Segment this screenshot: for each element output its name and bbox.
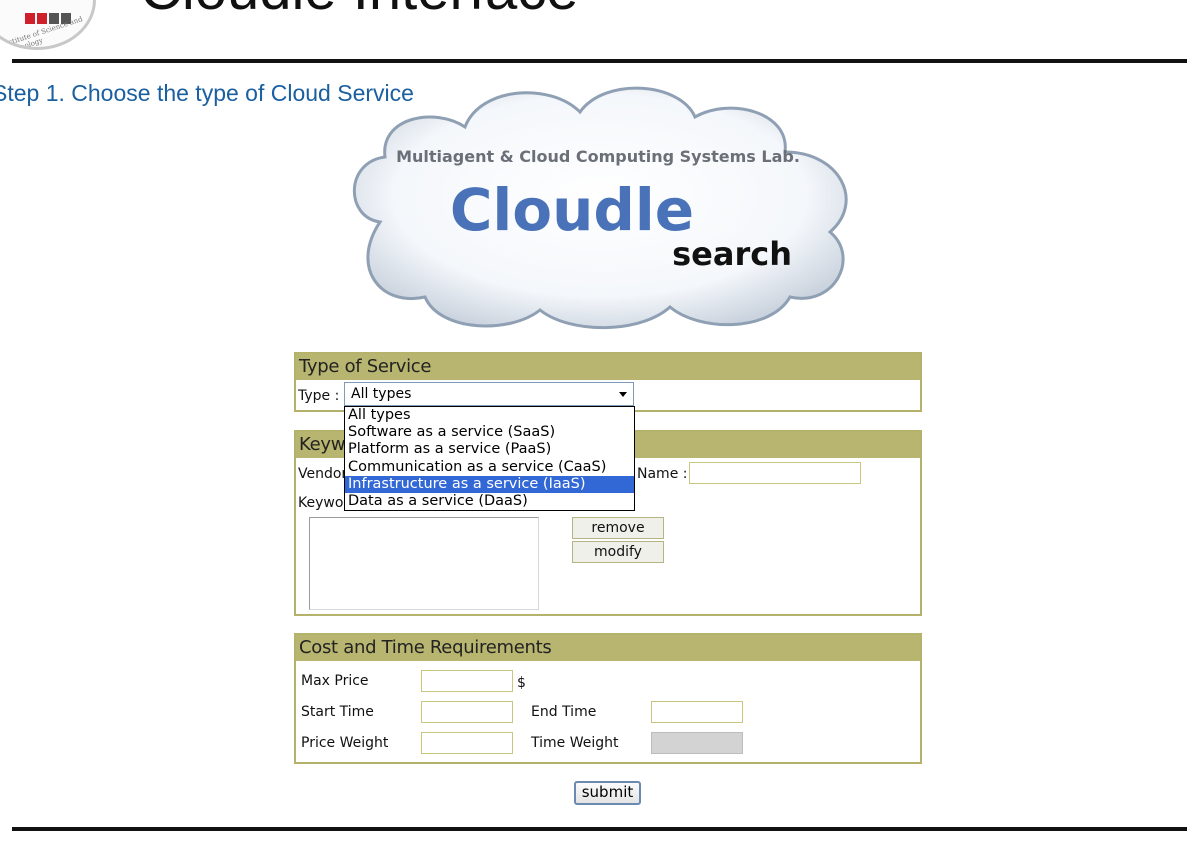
name-label: Name : — [637, 466, 688, 482]
service-type-dropdown: All types Software as a service (SaaS) P… — [344, 406, 635, 511]
currency-label: $ — [517, 675, 526, 691]
option-caas[interactable]: Communication as a service (CaaS) — [345, 459, 634, 476]
start-time-label: Start Time — [301, 704, 374, 720]
name-input[interactable] — [689, 462, 861, 484]
time-weight-input — [651, 732, 743, 754]
option-paas[interactable]: Platform as a service (PaaS) — [345, 441, 634, 458]
header-divider — [12, 59, 1187, 63]
type-panel-title: Type of Service — [296, 354, 920, 380]
max-price-input[interactable] — [421, 670, 513, 692]
price-weight-label: Price Weight — [301, 735, 389, 751]
lab-name-text: Multiagent & Cloud Computing Systems Lab… — [396, 147, 800, 166]
option-saas[interactable]: Software as a service (SaaS) — [345, 424, 634, 441]
institute-logo: Institute of Science and Technology — [0, 0, 96, 50]
end-time-label: End Time — [531, 704, 597, 720]
select-current-value: All types — [351, 386, 412, 402]
cost-panel-title: Cost and Time Requirements — [296, 635, 920, 661]
type-label: Type : — [298, 388, 340, 404]
footer-divider — [12, 827, 1187, 831]
keyword-label: Keywor — [298, 495, 350, 511]
time-weight-label: Time Weight — [531, 735, 619, 751]
page-title: Cloudle Interface — [140, 0, 578, 20]
option-daas[interactable]: Data as a service (DaaS) — [345, 493, 634, 510]
option-iaas[interactable]: Infrastructure as a service (IaaS) — [345, 475, 634, 493]
start-time-input[interactable] — [421, 701, 513, 723]
cloudle-search-logo: Multiagent & Cloud Computing Systems Lab… — [352, 86, 848, 330]
end-time-input[interactable] — [651, 701, 743, 723]
price-weight-input[interactable] — [421, 732, 513, 754]
keyword-list[interactable] — [309, 517, 539, 610]
search-subtitle-text: search — [672, 235, 792, 273]
max-price-label: Max Price — [301, 673, 369, 689]
chevron-down-icon[interactable] — [619, 392, 627, 397]
option-all-types[interactable]: All types — [345, 407, 634, 424]
remove-button[interactable]: remove — [572, 517, 664, 539]
vendor-label: Vendor — [298, 466, 348, 482]
modify-button[interactable]: modify — [572, 541, 664, 563]
cloudle-brand-text: Cloudle — [450, 176, 694, 244]
submit-button[interactable]: submit — [574, 781, 641, 805]
service-type-select[interactable]: All types — [344, 382, 634, 406]
